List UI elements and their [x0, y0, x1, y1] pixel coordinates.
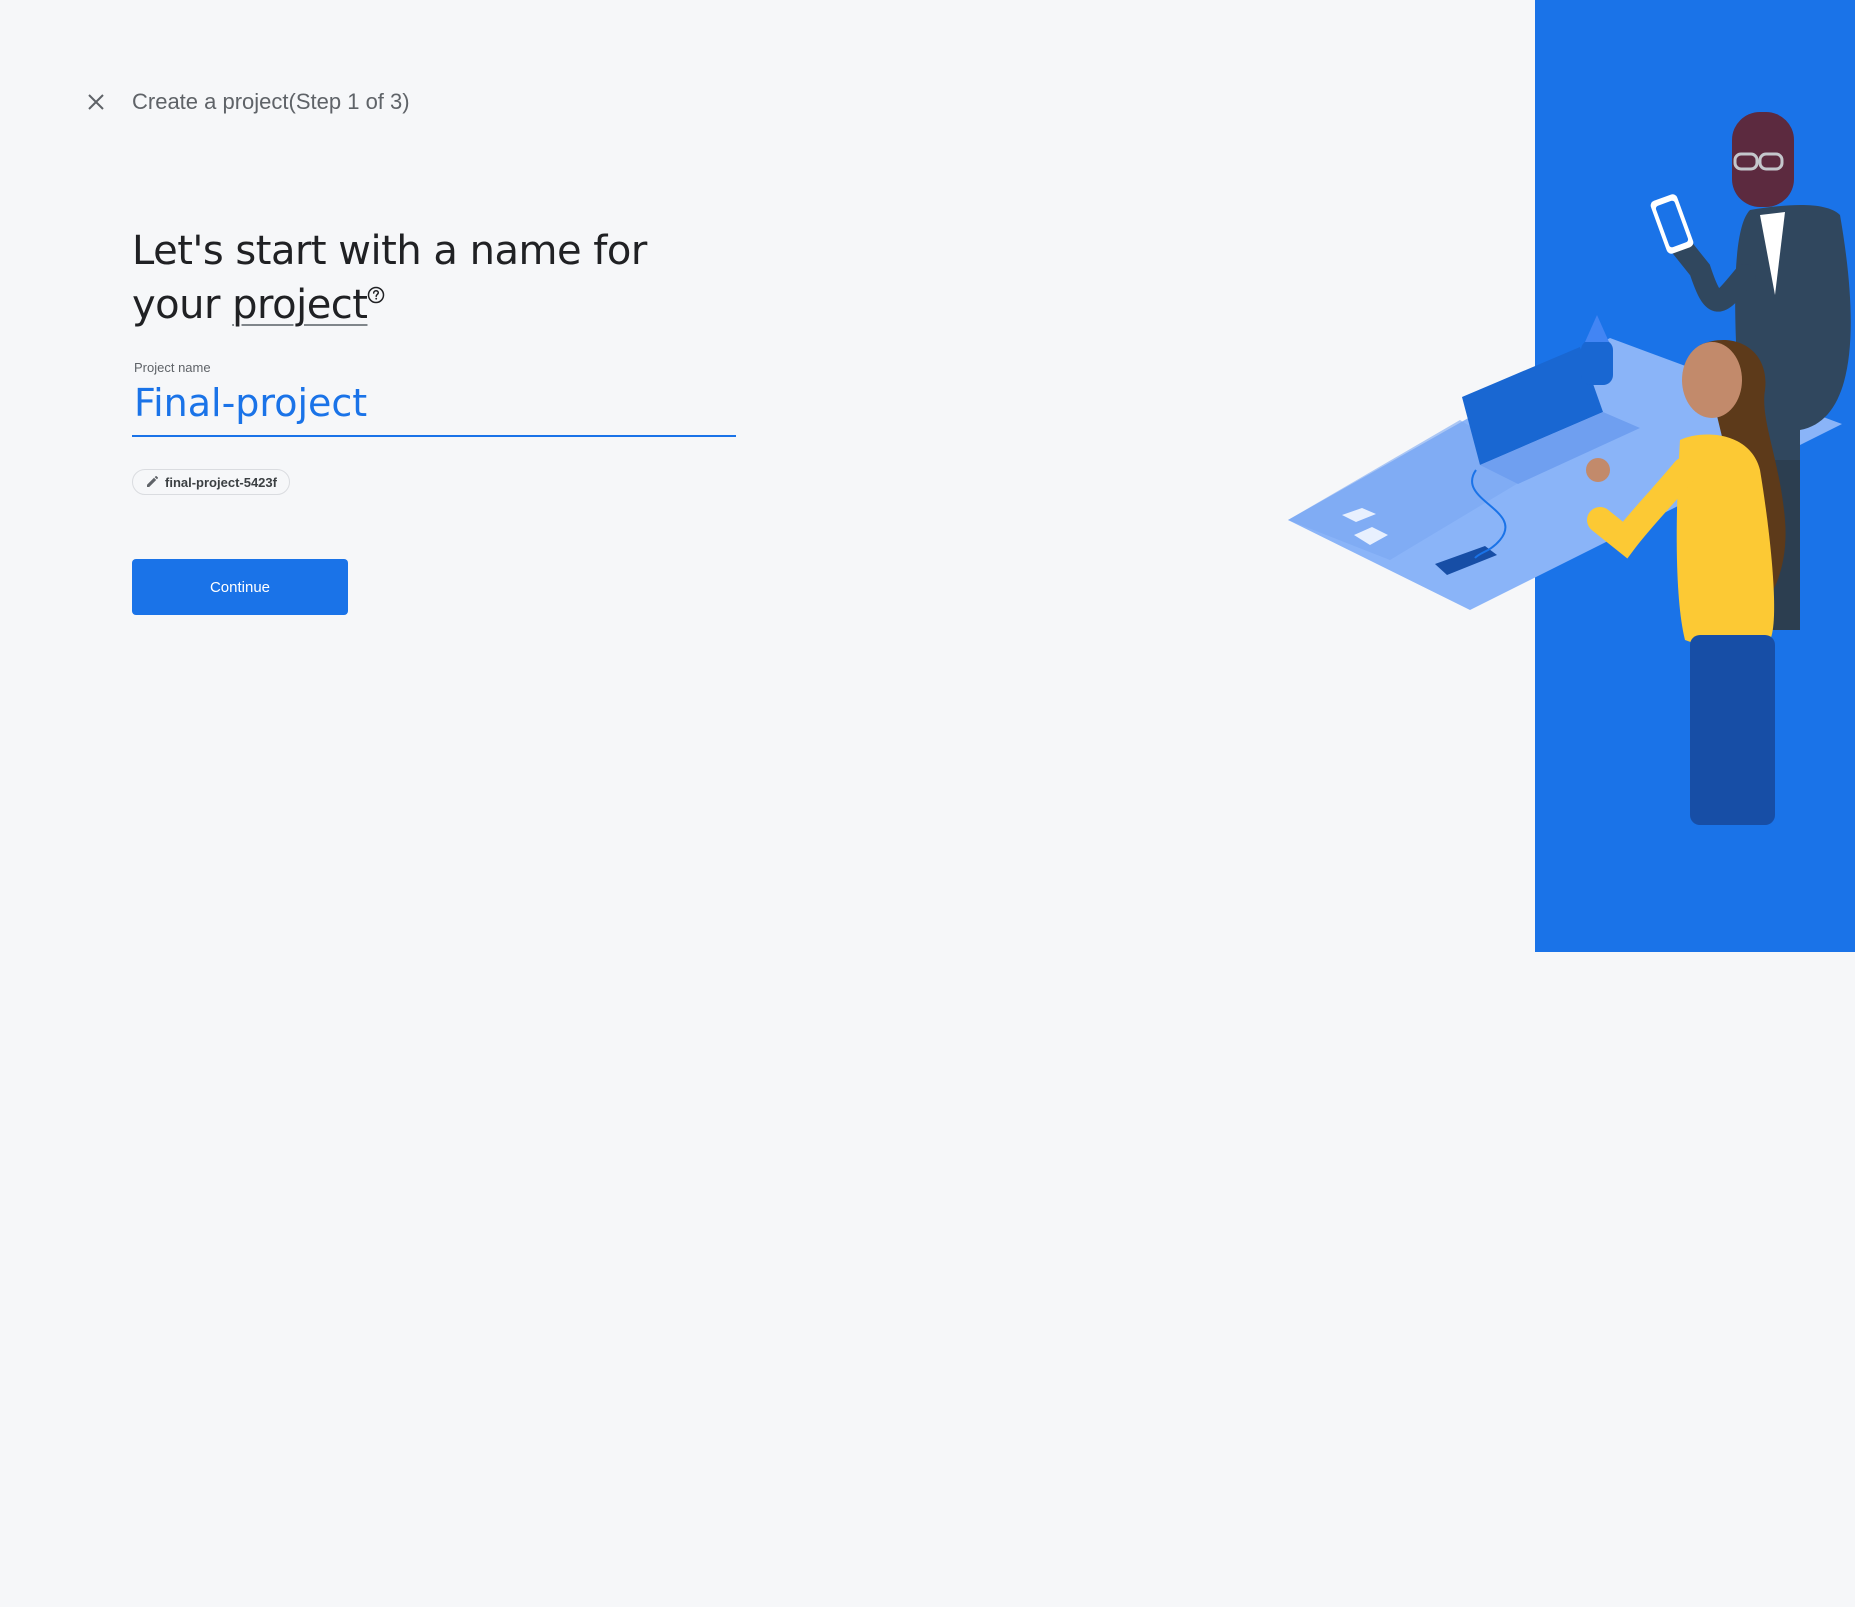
page-heading: Let's start with a name for your project [132, 224, 772, 332]
project-name-field: Project name [132, 360, 736, 437]
pencil-icon [147, 475, 159, 487]
project-name-input[interactable] [132, 375, 736, 437]
plant-pot [1581, 340, 1613, 385]
close-icon [88, 94, 104, 110]
heading-line2-prefix: your [132, 282, 233, 328]
project-id-chip[interactable]: final-project-5423f [132, 469, 290, 495]
continue-button[interactable]: Continue [132, 559, 348, 615]
step-title: Create a project(Step 1 of 3) [132, 89, 410, 114]
project-name-label: Project name [134, 360, 211, 375]
man-head [1732, 112, 1794, 207]
heading-line1: Let's start with a name for [132, 228, 647, 274]
project-id-text: final-project-5423f [165, 474, 277, 490]
team-working-illustration [1288, 0, 1855, 952]
project-term-link[interactable]: project [232, 282, 368, 328]
woman-legs [1690, 635, 1775, 825]
woman-head [1682, 342, 1742, 418]
close-button[interactable] [84, 90, 108, 114]
help-circle-icon[interactable] [367, 286, 385, 304]
woman-hand [1586, 458, 1610, 482]
